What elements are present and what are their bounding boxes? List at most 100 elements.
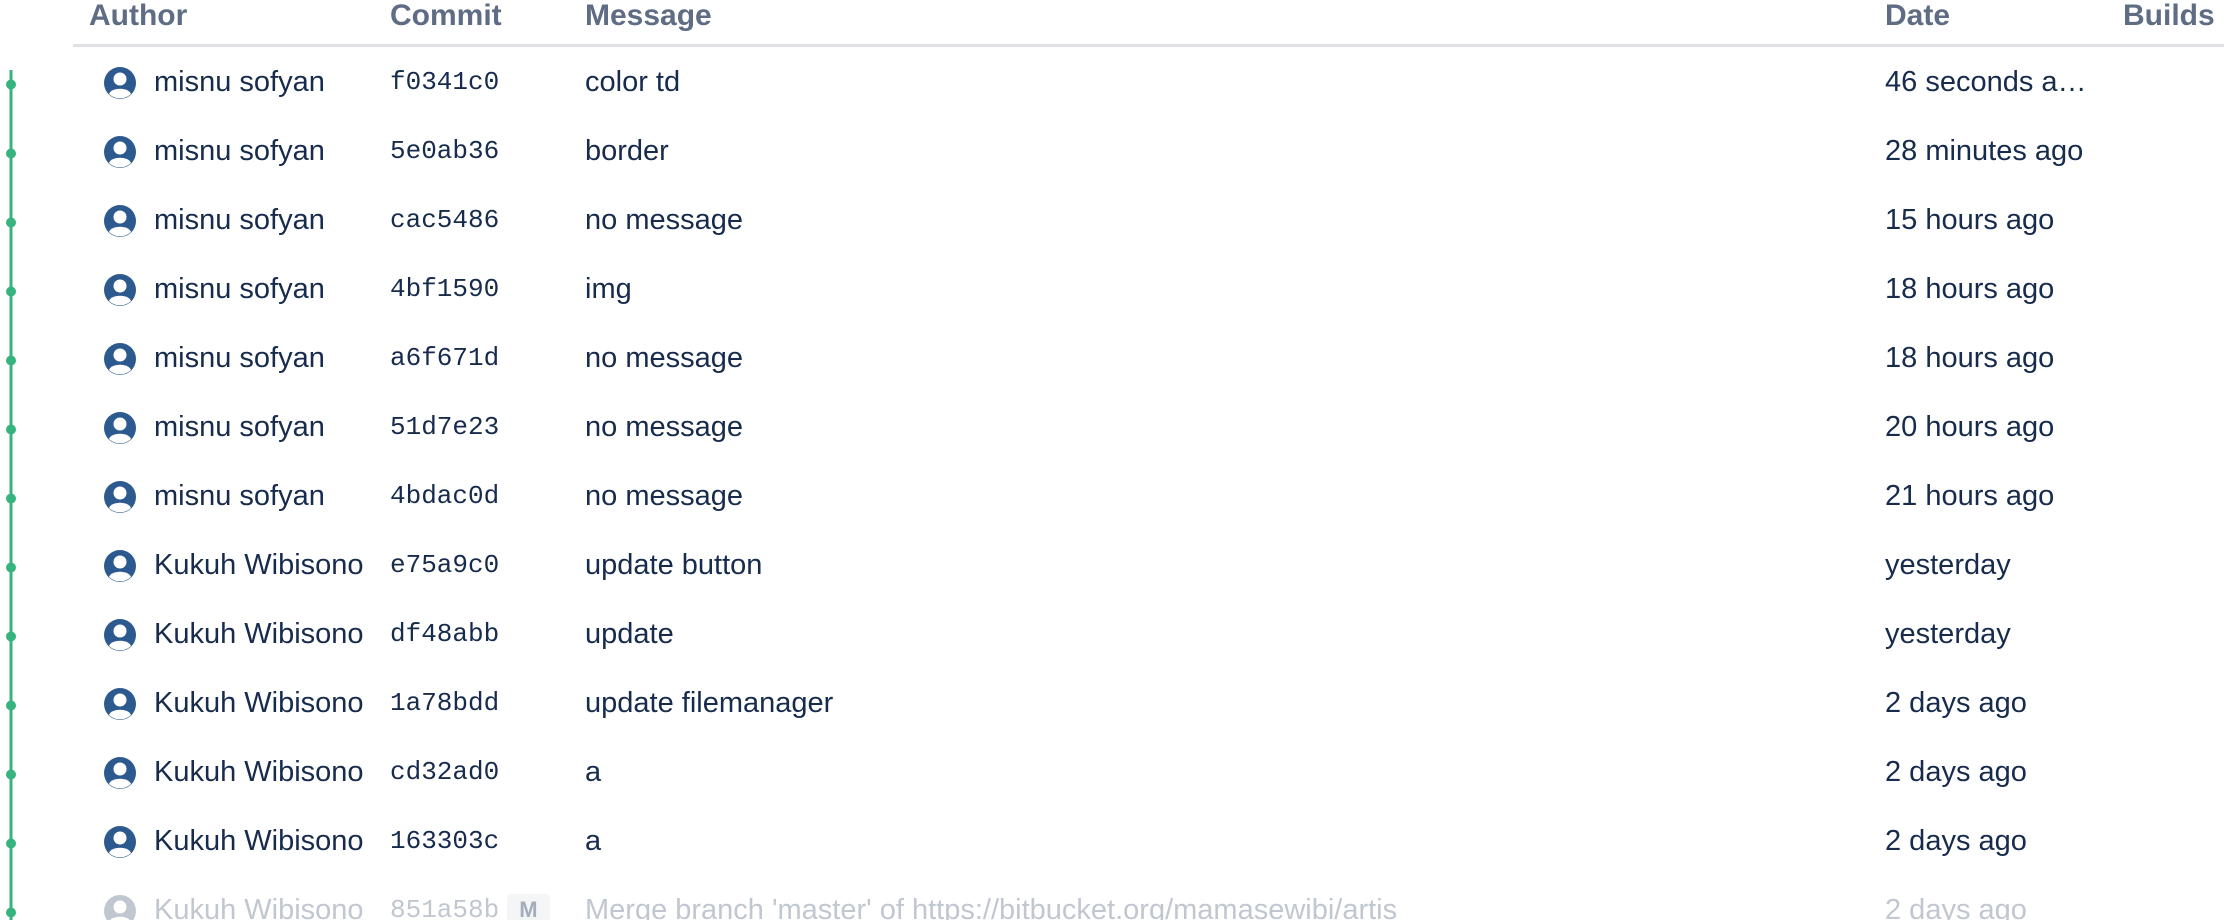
- commit-date: yesterday: [1885, 549, 2011, 581]
- commit-row[interactable]: misnu sofyan 4bdac0d no message 21 hours ag…: [73, 462, 2224, 531]
- author-cell: Kukuh Wibisono: [88, 876, 368, 920]
- author-name[interactable]: misnu sofyan: [154, 255, 325, 324]
- commit-hash-link[interactable]: 51d7e23: [390, 412, 499, 442]
- author-cell: misnu sofyan: [88, 117, 368, 186]
- commit-date: 21 hours ago: [1885, 480, 2055, 512]
- commit-message: Merge branch 'master' of https://bitbuck…: [585, 894, 1398, 920]
- commits-page: Author Commit Message Date Builds misnu …: [0, 0, 2234, 920]
- commit-row[interactable]: Kukuh Wibisono 1a78bdd update filemanager 2…: [73, 669, 2224, 738]
- commits-table-body: misnu sofyan f0341c0 color td 46 seconds a……: [73, 48, 2224, 920]
- commit-hash-cell: 5e0ab36: [390, 117, 580, 186]
- commit-hash-link[interactable]: e75a9c0: [390, 550, 499, 580]
- commit-hash-link[interactable]: f0341c0: [390, 67, 499, 97]
- author-cell: misnu sofyan: [88, 324, 368, 393]
- commit-hash-cell: e75a9c0: [390, 531, 580, 600]
- user-avatar-icon[interactable]: [103, 204, 137, 238]
- author-cell: misnu sofyan: [88, 462, 368, 531]
- author-name[interactable]: Kukuh Wibisono: [154, 876, 364, 920]
- commit-hash-link[interactable]: cac5486: [390, 205, 499, 235]
- commit-message: update filemanager: [585, 687, 834, 719]
- commit-row[interactable]: misnu sofyan a6f671d no message 18 hours ag…: [73, 324, 2224, 393]
- commit-node: [6, 769, 16, 780]
- commit-hash-link[interactable]: 5e0ab36: [390, 136, 499, 166]
- author-cell: Kukuh Wibisono: [88, 669, 368, 738]
- commit-message: border: [585, 135, 669, 167]
- commit-hash-link[interactable]: 851a58b: [390, 895, 499, 920]
- user-avatar-icon[interactable]: [103, 825, 137, 859]
- author-cell: misnu sofyan: [88, 186, 368, 255]
- date-column-header[interactable]: Date: [1885, 0, 1950, 32]
- commit-message: no message: [585, 411, 743, 443]
- user-avatar-icon[interactable]: [103, 342, 137, 376]
- author-name[interactable]: misnu sofyan: [154, 117, 325, 186]
- commit-hash-link[interactable]: df48abb: [390, 619, 499, 649]
- author-name[interactable]: misnu sofyan: [154, 186, 325, 255]
- author-cell: misnu sofyan: [88, 48, 368, 117]
- commit-row[interactable]: misnu sofyan 5e0ab36 border 28 minutes ago: [73, 117, 2224, 186]
- commit-column-header[interactable]: Commit: [390, 0, 502, 32]
- commit-hash-link[interactable]: 1a78bdd: [390, 688, 499, 718]
- commit-hash-link[interactable]: 4bf1590: [390, 274, 499, 304]
- commit-row[interactable]: Kukuh Wibisono cd32ad0 a 2 days ago: [73, 738, 2224, 807]
- author-cell: Kukuh Wibisono: [88, 600, 368, 669]
- author-name[interactable]: Kukuh Wibisono: [154, 669, 364, 738]
- commit-node: [6, 286, 16, 297]
- commit-hash-link[interactable]: cd32ad0: [390, 757, 499, 787]
- commit-message: no message: [585, 204, 743, 236]
- commit-row[interactable]: misnu sofyan cac5486 no message 15 hours ag…: [73, 186, 2224, 255]
- commit-node: [6, 79, 16, 90]
- user-avatar-icon[interactable]: [103, 756, 137, 790]
- user-avatar-icon[interactable]: [103, 687, 137, 721]
- user-avatar-icon[interactable]: [103, 273, 137, 307]
- author-name[interactable]: Kukuh Wibisono: [154, 738, 364, 807]
- commit-node: [6, 217, 16, 228]
- commit-row[interactable]: misnu sofyan 51d7e23 no message 20 hours ag…: [73, 393, 2224, 462]
- commit-node: [6, 562, 16, 573]
- author-name[interactable]: misnu sofyan: [154, 393, 325, 462]
- author-name[interactable]: misnu sofyan: [154, 462, 325, 531]
- commit-date: 2 days ago: [1885, 687, 2027, 719]
- user-avatar-icon[interactable]: [103, 66, 137, 100]
- commit-date: 2 days ago: [1885, 894, 2027, 920]
- commit-date: yesterday: [1885, 618, 2011, 650]
- commit-hash-cell: cac5486: [390, 186, 580, 255]
- commit-row[interactable]: Kukuh Wibisono e75a9c0 update button yester…: [73, 531, 2224, 600]
- commit-date: 28 minutes ago: [1885, 135, 2084, 167]
- commit-hash-link[interactable]: 163303c: [390, 826, 499, 856]
- author-name[interactable]: Kukuh Wibisono: [154, 600, 364, 669]
- author-name[interactable]: Kukuh Wibisono: [154, 531, 364, 600]
- author-name[interactable]: Kukuh Wibisono: [154, 807, 364, 876]
- commit-node: [6, 355, 16, 366]
- author-name[interactable]: misnu sofyan: [154, 48, 325, 117]
- user-avatar-icon[interactable]: [103, 480, 137, 514]
- commit-date: 15 hours ago: [1885, 204, 2055, 236]
- commit-hash-cell: cd32ad0: [390, 738, 580, 807]
- user-avatar-icon[interactable]: [103, 618, 137, 652]
- user-avatar-icon[interactable]: [103, 894, 137, 920]
- builds-column-header[interactable]: Builds: [2123, 0, 2215, 32]
- commit-row[interactable]: misnu sofyan f0341c0 color td 46 seconds a…: [73, 48, 2224, 117]
- commit-hash-cell: 4bdac0d: [390, 462, 580, 531]
- commit-hash-cell: 851a58b M: [390, 876, 580, 920]
- author-cell: Kukuh Wibisono: [88, 807, 368, 876]
- commit-message: color td: [585, 66, 681, 98]
- user-avatar-icon[interactable]: [103, 411, 137, 445]
- commit-date: 2 days ago: [1885, 756, 2027, 788]
- commit-date: 2 days ago: [1885, 825, 2027, 857]
- user-avatar-icon[interactable]: [103, 549, 137, 583]
- commit-row[interactable]: misnu sofyan 4bf1590 img 18 hours ago: [73, 255, 2224, 324]
- commit-hash-link[interactable]: 4bdac0d: [390, 481, 499, 511]
- commit-date: 20 hours ago: [1885, 411, 2055, 443]
- commit-hash-link[interactable]: a6f671d: [390, 343, 499, 373]
- author-name[interactable]: misnu sofyan: [154, 324, 325, 393]
- user-avatar-icon[interactable]: [103, 135, 137, 169]
- message-column-header[interactable]: Message: [585, 0, 712, 32]
- merge-badge: M: [507, 894, 550, 920]
- commit-hash-cell: 1a78bdd: [390, 669, 580, 738]
- commit-node: [6, 907, 16, 918]
- commit-row[interactable]: Kukuh Wibisono df48abb update yesterday: [73, 600, 2224, 669]
- commit-node: [6, 838, 16, 849]
- author-column-header[interactable]: Author: [89, 0, 187, 32]
- commit-row[interactable]: Kukuh Wibisono 163303c a 2 days ago: [73, 807, 2224, 876]
- commit-row[interactable]: Kukuh Wibisono 851a58b M Merge branch 'mast…: [73, 876, 2224, 920]
